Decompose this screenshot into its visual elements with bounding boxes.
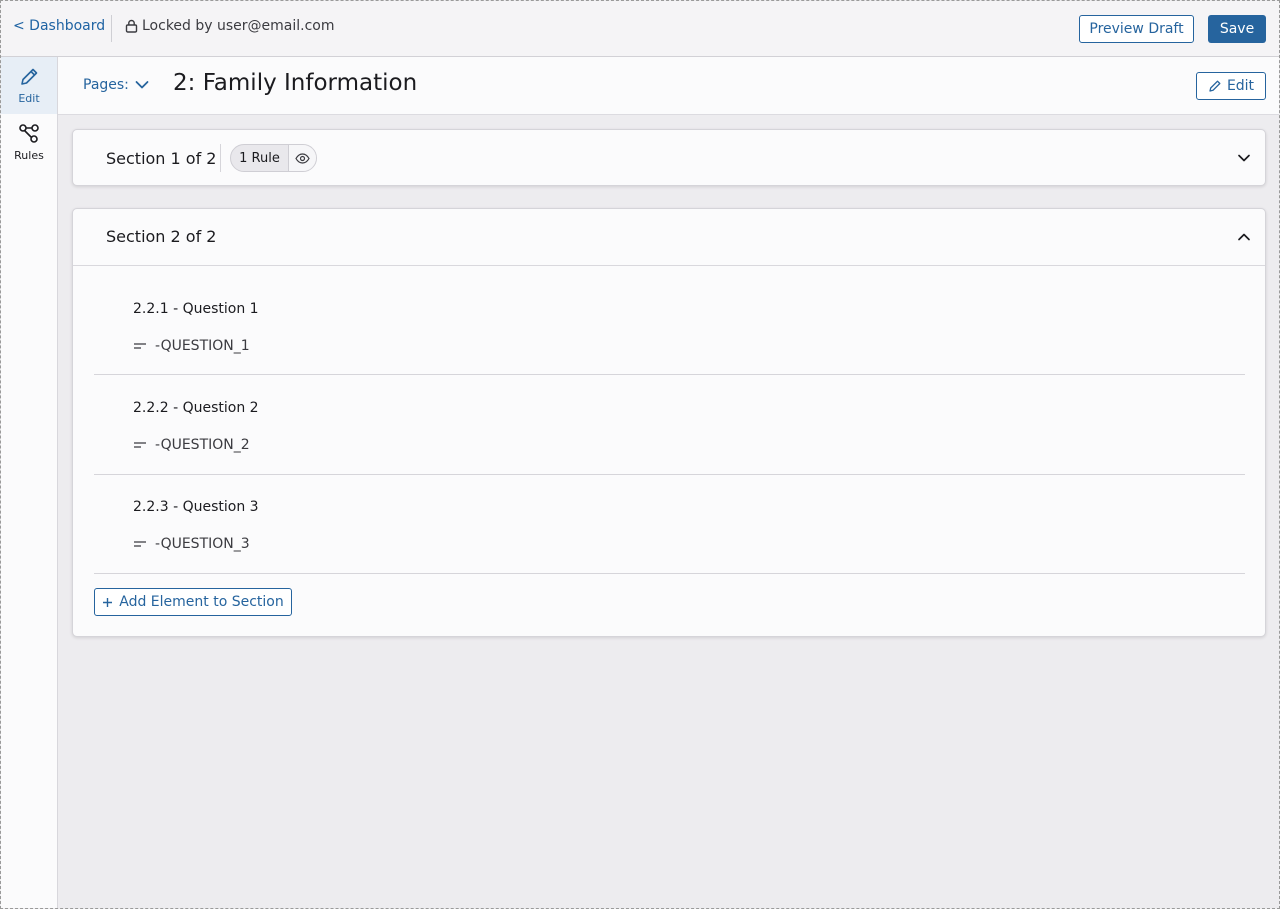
- rail-item-edit-label: Edit: [18, 92, 40, 105]
- pencil-icon: [21, 68, 38, 85]
- pages-dropdown[interactable]: Pages:: [83, 77, 149, 93]
- question-item[interactable]: 2.2.2 - Question 2 -QUESTION_2: [94, 375, 1245, 475]
- question-divider: [94, 573, 1245, 574]
- rule-badge-label: 1 Rule: [231, 145, 289, 171]
- question-key: -QUESTION_3: [133, 536, 250, 552]
- question-item[interactable]: 2.2.3 - Question 3 -QUESTION_3: [94, 474, 1245, 574]
- question-title: 2.2.2 - Question 2: [133, 400, 259, 416]
- lock-status-text: Locked by user@email.com: [142, 18, 335, 34]
- section-title: Section 1 of 2: [106, 149, 217, 168]
- question-key-text: -QUESTION_1: [155, 338, 250, 354]
- question-title: 2.2.1 - Question 1: [133, 301, 259, 317]
- question-key: -QUESTION_1: [133, 338, 250, 354]
- preview-draft-button[interactable]: Preview Draft: [1079, 15, 1194, 43]
- page-header: Pages: 2: Family Information Edit: [58, 57, 1279, 115]
- lock-status: Locked by user@email.com: [125, 18, 335, 34]
- lock-icon: [125, 19, 138, 33]
- top-divider: [111, 15, 112, 42]
- pencil-icon: [1209, 80, 1221, 92]
- edit-page-button[interactable]: Edit: [1196, 72, 1266, 100]
- short-text-icon: [134, 343, 146, 349]
- short-text-icon: [134, 442, 146, 448]
- question-key-text: -QUESTION_2: [155, 437, 250, 453]
- save-button[interactable]: Save: [1208, 15, 1266, 43]
- rail-item-rules-label: Rules: [14, 149, 44, 162]
- question-key: -QUESTION_2: [133, 437, 250, 453]
- plus-icon: [103, 597, 113, 607]
- chevron-down-icon: [135, 81, 149, 89]
- chevron-down-icon[interactable]: [1237, 151, 1251, 165]
- add-element-button-label: Add Element to Section: [119, 594, 284, 610]
- section-card-2: Section 2 of 2 2.2.1 - Question 1 -QUEST…: [72, 208, 1266, 637]
- page-title: 2: Family Information: [173, 70, 418, 96]
- rail-item-rules[interactable]: Rules: [1, 114, 57, 171]
- section-divider: [220, 144, 221, 172]
- edit-page-button-label: Edit: [1226, 78, 1255, 94]
- rail-item-edit[interactable]: Edit: [1, 57, 57, 114]
- section-header-divider: [73, 265, 1265, 266]
- question-key-text: -QUESTION_3: [155, 536, 250, 552]
- dashboard-back-link[interactable]: < Dashboard: [13, 18, 105, 34]
- chevron-up-icon[interactable]: [1237, 230, 1251, 244]
- eye-icon-button[interactable]: [289, 145, 316, 171]
- section-title: Section 2 of 2: [106, 227, 217, 246]
- pages-dropdown-label: Pages:: [83, 77, 129, 93]
- question-title: 2.2.3 - Question 3: [133, 499, 259, 515]
- question-item[interactable]: 2.2.1 - Question 1 -QUESTION_1: [94, 275, 1245, 375]
- section-card-1[interactable]: Section 1 of 2 1 Rule: [72, 129, 1266, 186]
- rules-nodes-icon: [19, 124, 39, 143]
- left-rail: Edit Rules: [1, 57, 58, 908]
- rule-badge[interactable]: 1 Rule: [230, 144, 317, 172]
- add-element-button[interactable]: Add Element to Section: [94, 588, 292, 616]
- top-bar: < Dashboard Locked by user@email.com Pre…: [1, 1, 1279, 57]
- eye-icon: [295, 152, 310, 164]
- short-text-icon: [134, 541, 146, 547]
- app-frame: < Dashboard Locked by user@email.com Pre…: [0, 0, 1280, 909]
